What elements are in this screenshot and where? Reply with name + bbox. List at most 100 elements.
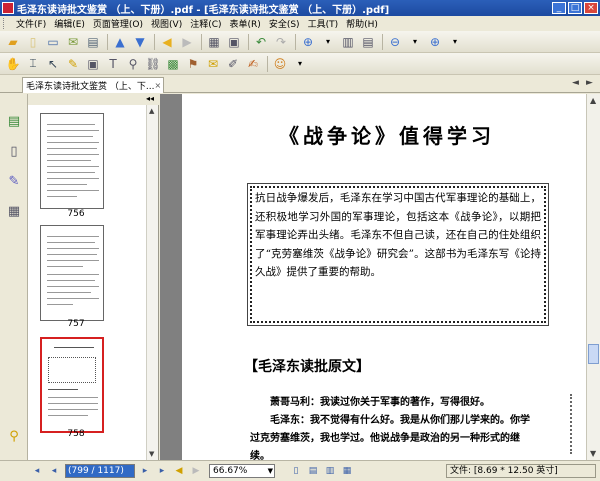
zoom-icon[interactable]: ⊕	[299, 34, 317, 50]
pdf-page: 《战争论》值得学习 抗日战争爆发后，毛泽东在学习中国古代军事理论的基础上，还积极…	[182, 94, 592, 460]
first-page-icon[interactable]: ◂	[30, 464, 44, 478]
intro-box: 抗日战争爆发后，毛泽东在学习中国古代军事理论的基础上，还积极地学习外国的军事理论…	[247, 183, 549, 326]
link-icon[interactable]: ⛓	[144, 56, 162, 72]
email-icon[interactable]: ✉	[64, 34, 82, 50]
page-thumbnail-758[interactable]	[40, 337, 104, 433]
tab-scroll-right-icon[interactable]: ►	[586, 78, 593, 88]
page-down-icon[interactable]: ▼	[131, 34, 149, 50]
zoom-out-dropdown-icon[interactable]: ▾	[406, 34, 424, 50]
zoom-dropdown-icon[interactable]: ▼	[268, 465, 273, 477]
menu-page-manage[interactable]: 页面管理(O)	[89, 17, 147, 30]
forward-icon[interactable]: ▶	[178, 34, 196, 50]
app-icon	[2, 2, 14, 14]
attachments-icon[interactable]: ⚲	[6, 429, 22, 447]
fit-width-icon[interactable]: ▤	[359, 34, 377, 50]
menu-edit[interactable]: 编辑(E)	[50, 17, 89, 30]
layers-icon[interactable]: ▦	[6, 204, 22, 222]
single-page-icon[interactable]: ▯	[289, 464, 303, 478]
annotation-text: 萧哥马利：我读过你关于军事的著作，写得很好。 毛泽东：我不觉得有什么好。我是从你…	[250, 394, 530, 460]
hand-tool-icon[interactable]: ✋	[4, 56, 22, 72]
bookmarks-icon[interactable]: ▯	[6, 144, 22, 162]
zoom-value: 66.67%	[213, 466, 248, 476]
user-icon[interactable]: ☺	[271, 56, 289, 72]
scan-icon[interactable]: ▤	[84, 34, 102, 50]
page-up-icon[interactable]: ▲	[111, 34, 129, 50]
menu-tools[interactable]: 工具(T)	[304, 17, 343, 30]
new-document-icon[interactable]: ▯	[24, 34, 42, 50]
zoom-in-icon[interactable]: ⊕	[426, 34, 444, 50]
document-viewer[interactable]: 《战争论》值得学习 抗日战争爆发后，毛泽东在学习中国古代军事理论的基础上，还积极…	[160, 94, 600, 460]
forward-view-icon[interactable]: ▶	[189, 464, 203, 478]
scroll-down-icon[interactable]: ▼	[590, 449, 596, 458]
scroll-up-icon[interactable]: ▲	[590, 96, 596, 105]
zoom-in-dropdown-icon[interactable]: ▾	[446, 34, 464, 50]
user-dropdown-icon[interactable]: ▾	[291, 56, 309, 72]
scrollbar-thumb[interactable]	[588, 344, 599, 364]
section-heading: 【毛泽东读批原文】	[244, 359, 370, 375]
select-text-icon[interactable]: ⌶	[24, 56, 42, 72]
print-icon[interactable]: ▭	[44, 34, 62, 50]
comments-icon[interactable]: ✎	[6, 174, 22, 192]
navigation-sidebar: ▤ ▯ ✎ ▦ ⚲	[0, 94, 28, 460]
callout-icon[interactable]: ✐	[224, 56, 242, 72]
continuous-icon[interactable]: ▤	[306, 464, 320, 478]
thumbnail-label: 758	[67, 429, 85, 439]
maximize-button[interactable]: □	[568, 2, 582, 14]
image-icon[interactable]: ▩	[164, 56, 182, 72]
stamp-icon[interactable]: ⚑	[184, 56, 202, 72]
sign-icon[interactable]: ✍	[244, 56, 262, 72]
close-button[interactable]: ×	[584, 2, 598, 14]
tools-toolbar: ✋ ⌶ ↖ ✎ ▣ T ⚲ ⛓ ▩ ⚑ ✉ ✐ ✍ ☺ ▾	[0, 53, 600, 75]
facing-icon[interactable]: ▥	[323, 464, 337, 478]
back-icon[interactable]: ◀	[158, 34, 176, 50]
attachment-icon[interactable]: ⚲	[124, 56, 142, 72]
tab-scroll-left-icon[interactable]: ◄	[572, 78, 579, 88]
collapse-panel-icon[interactable]: ◂◂	[146, 94, 154, 103]
scroll-up-icon[interactable]: ▲	[149, 107, 154, 115]
tab-close-icon[interactable]: ×	[154, 81, 161, 90]
scroll-down-icon[interactable]: ▼	[149, 450, 154, 458]
document-tab[interactable]: 毛泽东读诗批文鉴赏 （上、下... ×	[22, 77, 164, 93]
last-page-icon[interactable]: ▸	[155, 464, 169, 478]
margin-marks	[570, 394, 578, 454]
document-scrollbar[interactable]: ▲ ▼	[586, 94, 600, 460]
document-size: 文件: [8.69 * 12.50 英寸]	[446, 464, 596, 478]
toolbar-separator	[267, 55, 268, 72]
zoom-dropdown-icon[interactable]: ▾	[319, 34, 337, 50]
page-layout-icon[interactable]: ▦	[205, 34, 223, 50]
main-toolbar: ▰ ▯ ▭ ✉ ▤ ▲ ▼ ◀ ▶ ▦ ▣ ↶ ↷ ⊕ ▾ ▥ ▤ ⊖ ▾ ⊕ …	[0, 31, 600, 53]
rotate-icon[interactable]: ▣	[225, 34, 243, 50]
page-thumbnail-756[interactable]	[40, 113, 104, 209]
minimize-button[interactable]: _	[552, 2, 566, 14]
next-page-icon[interactable]: ▸	[138, 464, 152, 478]
previous-page-icon[interactable]: ◂	[47, 464, 61, 478]
menu-file[interactable]: 文件(F)	[12, 17, 50, 30]
redo-icon[interactable]: ↷	[272, 34, 290, 50]
page-thumbnail-757[interactable]	[40, 225, 104, 321]
paragraph: 毛泽东：我不觉得有什么好。我是从你们那儿学来的。你学过克劳塞维茨，我也学过。他说…	[250, 415, 530, 460]
menu-form[interactable]: 表单(R)	[226, 17, 265, 30]
pages-panel-icon[interactable]: ▤	[6, 114, 22, 132]
page-number-field[interactable]: (799 / 1117)	[65, 464, 135, 478]
typewriter-icon[interactable]: T	[104, 56, 122, 72]
snapshot-icon[interactable]: ▣	[84, 56, 102, 72]
toolbar-separator	[154, 33, 155, 50]
continuous-facing-icon[interactable]: ▦	[340, 464, 354, 478]
thumbnail-label: 756	[67, 209, 85, 219]
fit-page-icon[interactable]: ▥	[339, 34, 357, 50]
back-view-icon[interactable]: ◀	[172, 464, 186, 478]
zoom-field[interactable]: 66.67% ▼	[209, 464, 275, 478]
menu-security[interactable]: 安全(S)	[265, 17, 304, 30]
zoom-out-icon[interactable]: ⊖	[386, 34, 404, 50]
menu-view[interactable]: 视图(V)	[147, 17, 186, 30]
menu-help[interactable]: 帮助(H)	[342, 17, 382, 30]
open-folder-icon[interactable]: ▰	[4, 34, 22, 50]
highlight-icon[interactable]: ✎	[64, 56, 82, 72]
undo-icon[interactable]: ↶	[252, 34, 270, 50]
toolbar-separator	[248, 33, 249, 50]
thumbnail-scrollbar[interactable]: ▲ ▼	[146, 105, 158, 460]
pointer-icon[interactable]: ↖	[44, 56, 62, 72]
menu-grip	[3, 18, 9, 29]
menu-comment[interactable]: 注释(C)	[186, 17, 225, 30]
note-icon[interactable]: ✉	[204, 56, 222, 72]
